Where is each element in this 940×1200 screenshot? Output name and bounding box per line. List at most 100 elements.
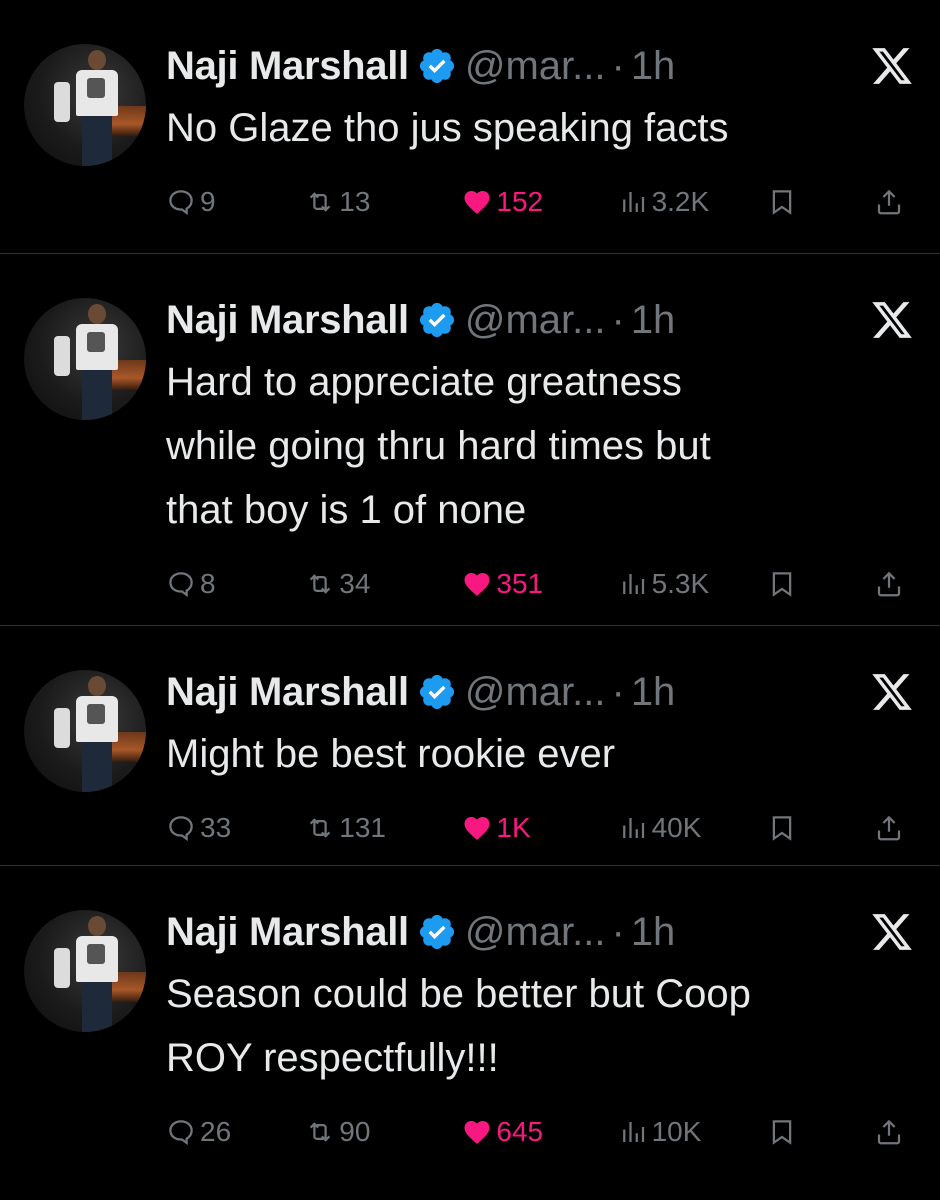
tweet-text: Might be best rookie ever xyxy=(166,732,616,776)
verified-badge-icon xyxy=(419,914,454,950)
tweet-feed: Naji Marshall @mar... · 1h No Glaze tho … xyxy=(0,0,940,1200)
author-handle[interactable]: @mar... xyxy=(465,38,606,94)
timestamp[interactable]: 1h xyxy=(631,292,676,348)
share-button[interactable] xyxy=(874,813,914,843)
verified-badge-icon xyxy=(419,48,454,84)
action-bar: 33 131 1K 40K xyxy=(166,808,914,874)
tweet-header: Naji Marshall @mar... · 1h xyxy=(166,38,914,94)
repost-button[interactable]: 34 xyxy=(305,568,462,600)
action-bar: 8 34 351 5.3K xyxy=(166,564,914,630)
repost-button[interactable]: 90 xyxy=(305,1116,462,1148)
bookmark-button[interactable] xyxy=(767,569,874,599)
action-bar: 26 90 645 10K xyxy=(166,1112,914,1178)
separator-dot: · xyxy=(611,670,625,714)
share-icon xyxy=(878,189,901,215)
avatar[interactable] xyxy=(24,298,146,420)
like-count: 645 xyxy=(496,1116,544,1147)
author-name[interactable]: Naji Marshall xyxy=(166,904,409,960)
x-logo-icon xyxy=(872,302,912,338)
bookmark-button[interactable] xyxy=(767,187,874,217)
heart-filled-icon xyxy=(464,817,490,840)
share-button[interactable] xyxy=(874,569,914,599)
repost-count: 131 xyxy=(339,812,386,843)
share-button[interactable] xyxy=(874,187,914,217)
reply-icon xyxy=(169,190,193,216)
like-button[interactable]: 645 xyxy=(462,1116,617,1148)
repost-icon xyxy=(310,1122,331,1142)
tweet-card[interactable]: Naji Marshall @mar... · 1h Hard to appre… xyxy=(0,254,940,626)
author-name[interactable]: Naji Marshall xyxy=(166,664,409,720)
views-button[interactable]: 40K xyxy=(618,812,767,844)
reply-count: 8 xyxy=(200,568,216,599)
separator-dot: · xyxy=(611,298,625,342)
views-chart-icon xyxy=(622,818,644,838)
tweet-header: Naji Marshall @mar... · 1h xyxy=(166,904,914,960)
bookmark-button[interactable] xyxy=(767,813,874,843)
share-icon xyxy=(878,815,901,841)
bookmark-icon xyxy=(772,572,792,597)
repost-icon xyxy=(310,574,331,594)
bookmark-icon xyxy=(772,190,792,215)
reply-count: 9 xyxy=(200,186,216,217)
views-count: 10K xyxy=(651,1116,702,1147)
author-name[interactable]: Naji Marshall xyxy=(166,38,409,94)
heart-filled-icon xyxy=(464,1121,490,1144)
timestamp[interactable]: 1h xyxy=(631,664,676,720)
views-count: 3.2K xyxy=(651,186,710,217)
repost-count: 90 xyxy=(339,1116,371,1147)
like-count: 1K xyxy=(496,812,531,843)
repost-count: 34 xyxy=(339,568,371,599)
views-button[interactable]: 10K xyxy=(618,1116,767,1148)
like-button[interactable]: 152 xyxy=(462,186,617,218)
share-button[interactable] xyxy=(874,1117,914,1147)
views-button[interactable]: 5.3K xyxy=(618,568,767,600)
verified-badge-icon xyxy=(419,302,454,338)
avatar[interactable] xyxy=(24,910,146,1032)
repost-button[interactable]: 131 xyxy=(305,812,462,844)
x-logo-icon xyxy=(872,674,912,710)
like-count: 351 xyxy=(496,568,544,599)
tweet-text: Season could be better but Coop ROY resp… xyxy=(166,972,751,1080)
avatar[interactable] xyxy=(24,670,146,792)
author-name[interactable]: Naji Marshall xyxy=(166,292,409,348)
tweet-card[interactable]: Naji Marshall @mar... · 1h Season could … xyxy=(0,866,940,1200)
heart-filled-icon xyxy=(464,191,490,214)
author-handle[interactable]: @mar... xyxy=(465,904,606,960)
reply-icon xyxy=(169,572,193,598)
reply-button[interactable]: 8 xyxy=(166,568,305,600)
author-handle[interactable]: @mar... xyxy=(465,664,606,720)
reply-icon xyxy=(169,816,193,842)
tweet-header: Naji Marshall @mar... · 1h xyxy=(166,664,914,720)
author-handle[interactable]: @mar... xyxy=(465,292,606,348)
tweet-text: Hard to appreciate greatness while going… xyxy=(166,360,711,532)
timestamp[interactable]: 1h xyxy=(631,904,676,960)
action-bar: 9 13 152 3.2K xyxy=(166,182,914,248)
tweet-text: No Glaze tho jus speaking facts xyxy=(166,106,729,150)
views-count: 40K xyxy=(651,812,702,843)
reply-button[interactable]: 26 xyxy=(166,1116,305,1148)
reply-count: 26 xyxy=(200,1116,232,1147)
like-button[interactable]: 351 xyxy=(462,568,617,600)
avatar[interactable] xyxy=(24,44,146,166)
like-button[interactable]: 1K xyxy=(462,812,617,844)
like-count: 152 xyxy=(496,186,544,217)
verified-badge-icon xyxy=(419,674,454,710)
bookmark-icon xyxy=(772,1120,792,1145)
tweet-card[interactable]: Naji Marshall @mar... · 1h No Glaze tho … xyxy=(0,0,940,254)
reply-button[interactable]: 33 xyxy=(166,812,305,844)
timestamp[interactable]: 1h xyxy=(631,38,676,94)
reply-button[interactable]: 9 xyxy=(166,186,305,218)
repost-button[interactable]: 13 xyxy=(305,186,462,218)
share-icon xyxy=(878,1119,901,1145)
heart-filled-icon xyxy=(464,573,490,596)
reply-icon xyxy=(169,1120,193,1146)
separator-dot: · xyxy=(611,44,625,88)
views-chart-icon xyxy=(622,192,644,212)
bookmark-icon xyxy=(772,816,792,841)
repost-icon xyxy=(310,192,331,212)
bookmark-button[interactable] xyxy=(767,1117,874,1147)
reply-count: 33 xyxy=(200,812,232,843)
separator-dot: · xyxy=(611,910,625,954)
tweet-card[interactable]: Naji Marshall @mar... · 1h Might be best… xyxy=(0,626,940,866)
views-button[interactable]: 3.2K xyxy=(618,186,767,218)
